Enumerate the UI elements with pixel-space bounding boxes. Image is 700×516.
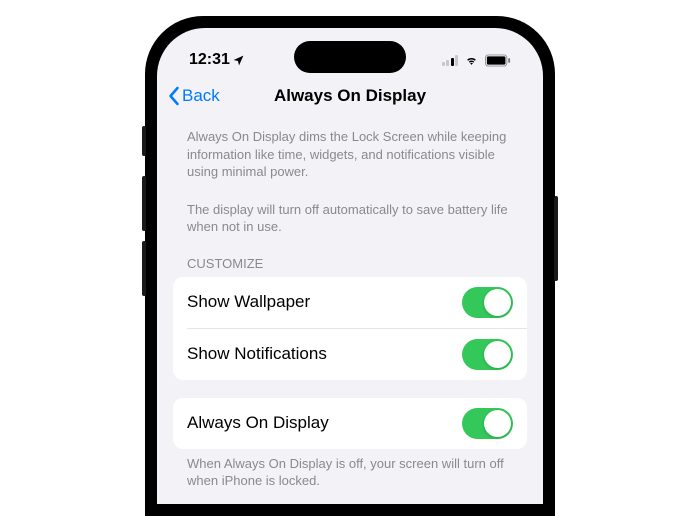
cellular-icon [442,55,459,66]
dynamic-island [294,41,406,73]
battery-icon [485,54,511,67]
description-text-2: The display will turn off automatically … [173,191,527,246]
aod-footer: When Always On Display is off, your scre… [173,449,527,496]
volume-up-button [142,176,146,231]
show-wallpaper-toggle[interactable] [462,287,513,318]
chevron-left-icon [167,86,180,106]
wifi-icon [463,54,480,67]
always-on-display-row: Always On Display [173,398,527,449]
phone-frame: 12:31 Back Always On Display Always On D… [145,16,555,516]
show-wallpaper-row: Show Wallpaper [173,277,527,328]
time-label: 12:31 [189,51,230,69]
back-label: Back [182,86,220,106]
show-notifications-label: Show Notifications [187,344,327,364]
customize-group: Show Wallpaper Show Notifications [173,277,527,380]
customize-header: CUSTOMIZE [173,246,527,277]
content: Always On Display dims the Lock Screen w… [157,118,543,496]
screen: 12:31 Back Always On Display Always On D… [157,28,543,504]
nav-header: Back Always On Display [157,78,543,118]
page-title: Always On Display [274,86,426,106]
show-notifications-toggle[interactable] [462,339,513,370]
show-wallpaper-label: Show Wallpaper [187,292,310,312]
status-time: 12:31 [189,51,245,69]
back-button[interactable]: Back [167,86,220,106]
side-button [142,126,146,156]
aod-group: Always On Display [173,398,527,449]
always-on-display-toggle[interactable] [462,408,513,439]
volume-down-button [142,241,146,296]
always-on-display-label: Always On Display [187,413,329,433]
status-indicators [442,54,512,67]
power-button [554,196,558,281]
show-notifications-row: Show Notifications [187,328,527,380]
location-icon [232,54,245,67]
description-text-1: Always On Display dims the Lock Screen w… [173,118,527,191]
